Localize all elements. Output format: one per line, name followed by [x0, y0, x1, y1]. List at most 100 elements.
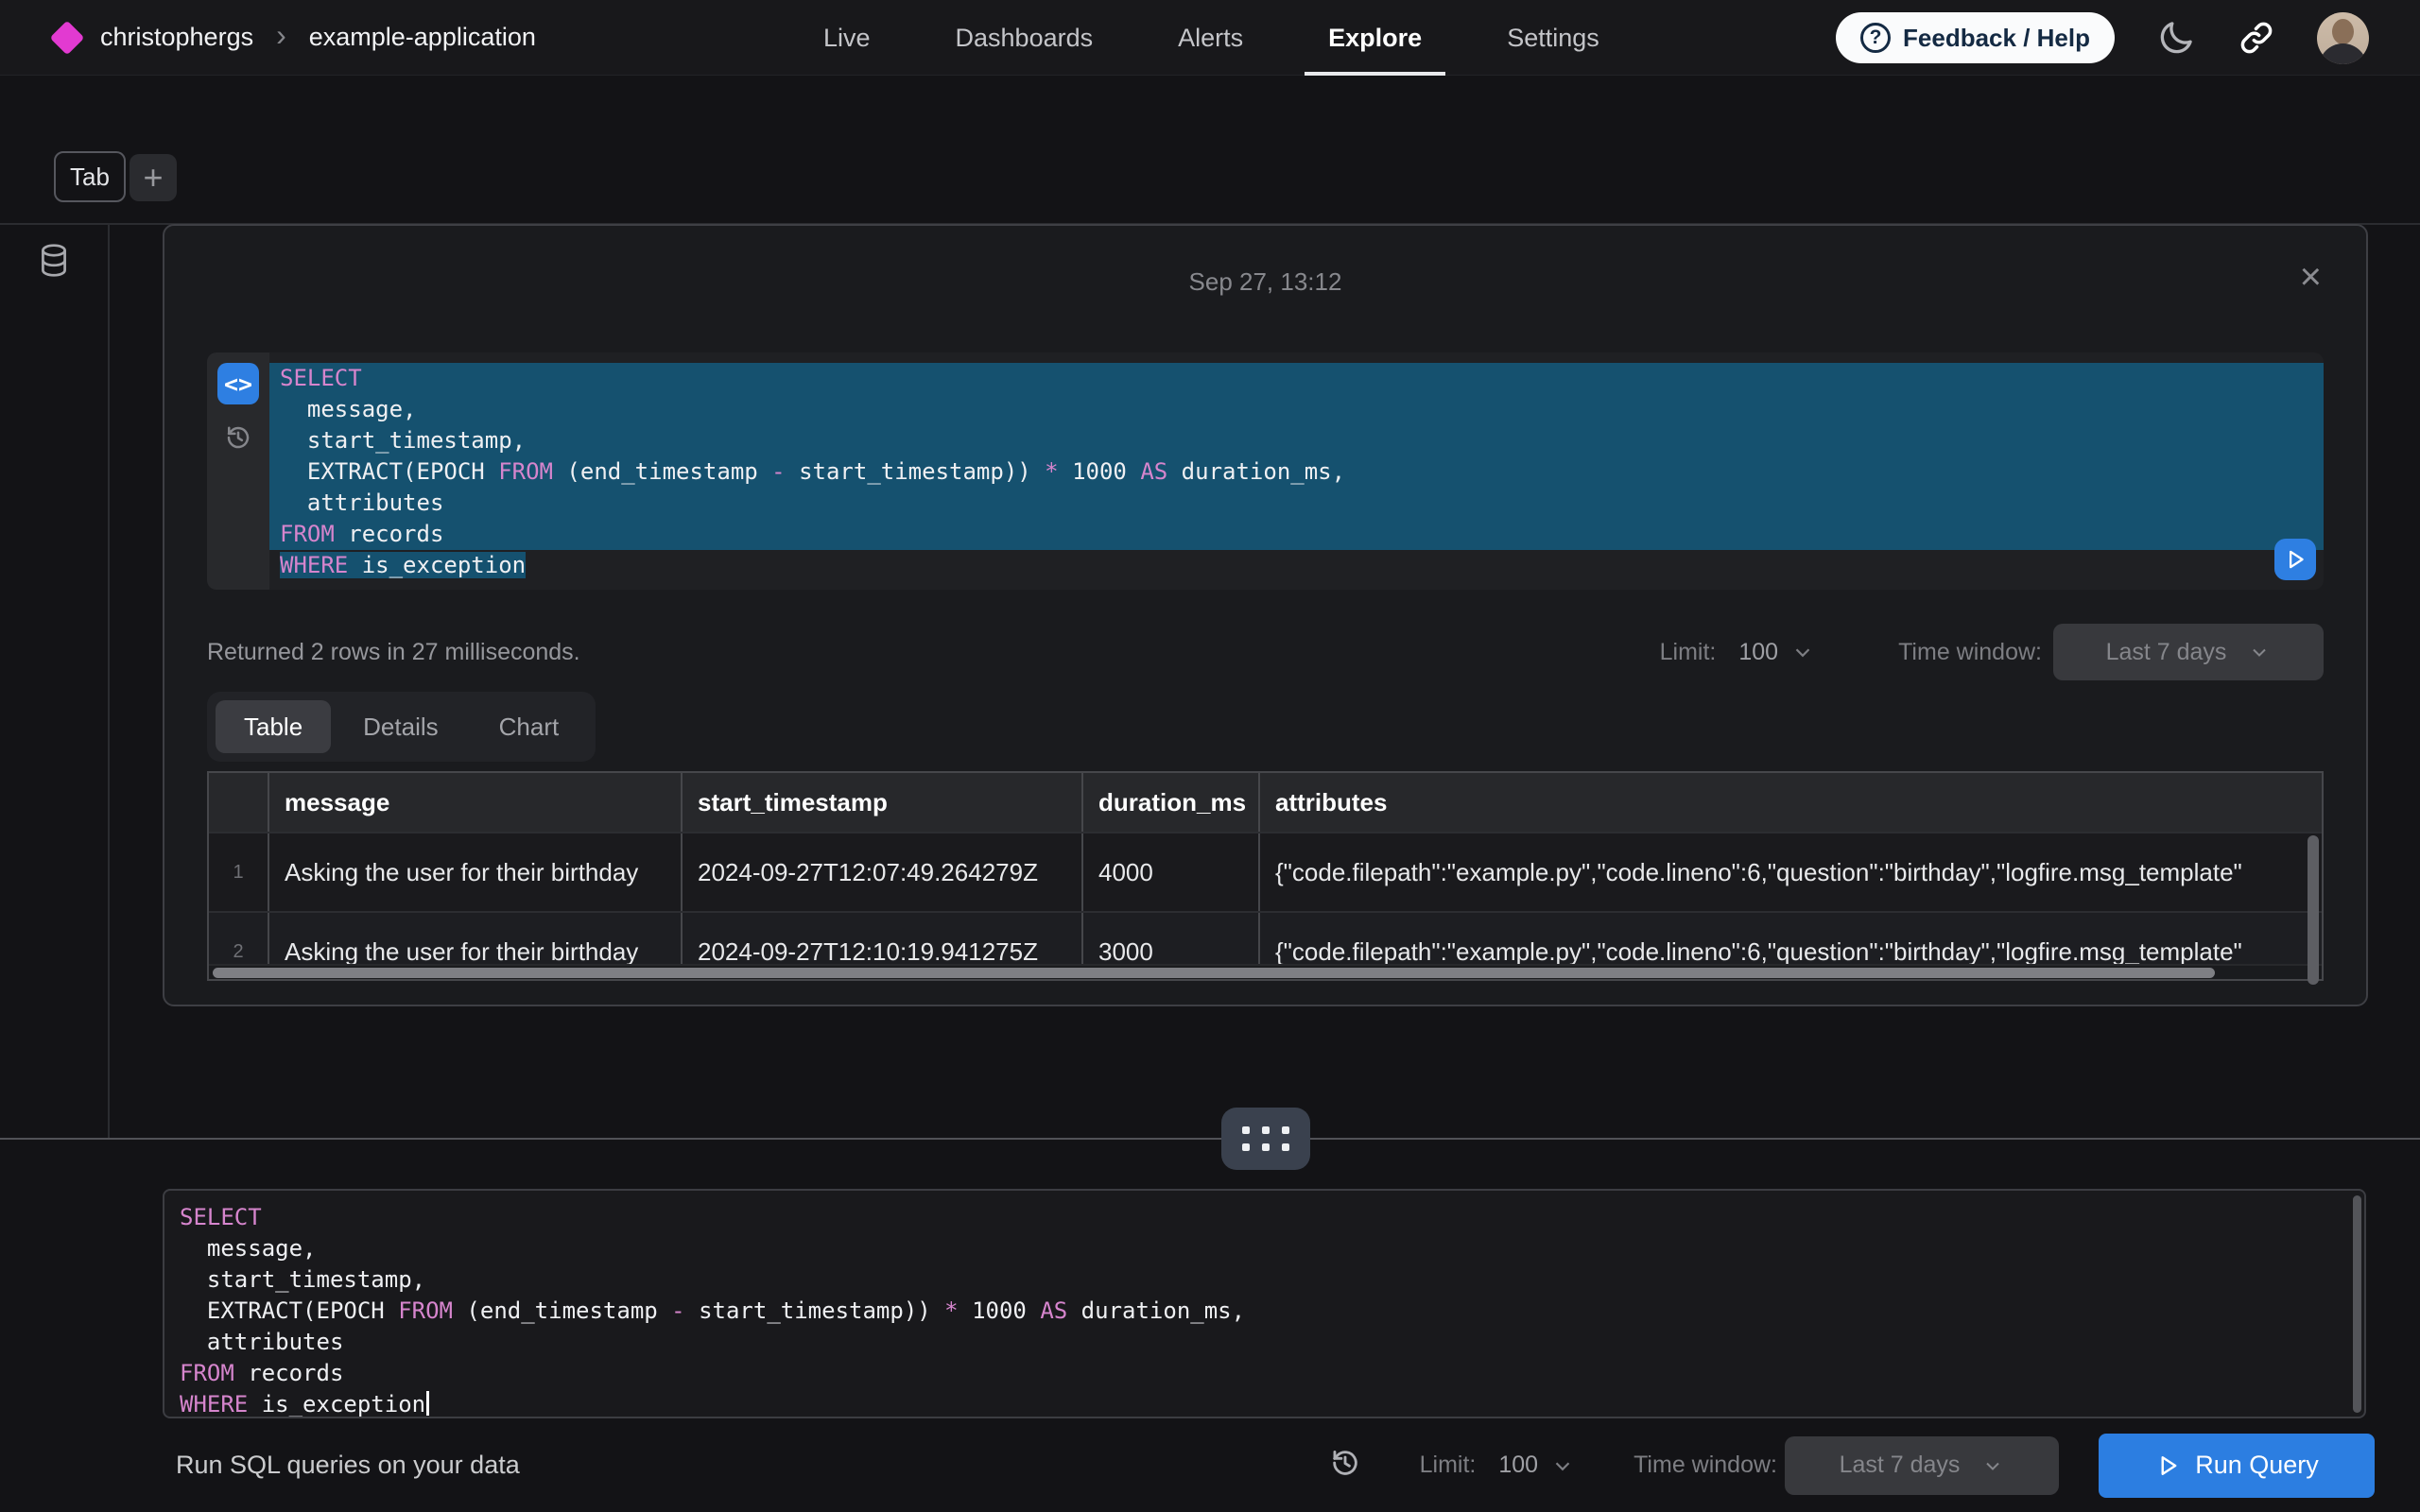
- query-history-button[interactable]: [224, 423, 252, 456]
- sql-editor[interactable]: SELECT message, start_timestamp, EXTRACT…: [163, 1189, 2366, 1418]
- add-tab-button[interactable]: +: [130, 154, 177, 201]
- sql-line-2: message,: [269, 394, 2324, 425]
- time-window-select-footer[interactable]: Last 7 days: [1785, 1436, 2059, 1495]
- drag-dot: [1262, 1143, 1270, 1151]
- drag-dot: [1282, 1143, 1289, 1151]
- limit-select[interactable]: 100: [1738, 639, 1815, 666]
- view-tab-details[interactable]: Details: [335, 700, 466, 753]
- table-row-2[interactable]: 2Asking the user for their birthday2024-…: [209, 911, 2322, 964]
- moon-icon: [2156, 18, 2196, 58]
- nav-item-explore[interactable]: Explore: [1286, 0, 1464, 76]
- history-icon: [224, 423, 252, 452]
- sql-line-3: start_timestamp,: [180, 1264, 2342, 1296]
- breadcrumb: christophergs › example-application: [0, 20, 536, 55]
- query-result-card: Sep 27, 13:12 × <> SELECT message, start…: [163, 224, 2368, 1006]
- editor-scrollbar-thumb[interactable]: [2353, 1195, 2361, 1413]
- chevron-down-icon: [2248, 641, 2271, 663]
- nav-item-dashboards[interactable]: Dashboards: [913, 0, 1136, 76]
- column-header-start_timestamp: start_timestamp: [681, 773, 1081, 832]
- time-window-select[interactable]: Last 7 days: [2053, 624, 2324, 680]
- query-tab-label: Tab: [70, 163, 110, 192]
- schema-browser-button[interactable]: [36, 242, 72, 284]
- view-tabs: TableDetailsChart: [207, 692, 596, 762]
- table-header-row: messagestart_timestampduration_msattribu…: [209, 773, 2322, 832]
- play-icon: [2283, 547, 2308, 572]
- result-summary: Returned 2 rows in 27 milliseconds.: [207, 639, 580, 666]
- nav-item-alerts[interactable]: Alerts: [1135, 0, 1286, 76]
- run-query-icon-button[interactable]: [2274, 539, 2316, 580]
- results-table: messagestart_timestampduration_msattribu…: [207, 771, 2324, 981]
- breadcrumb-org[interactable]: christophergs: [100, 23, 253, 52]
- code-format-button[interactable]: <>: [217, 363, 259, 404]
- table-body: 1Asking the user for their birthday2024-…: [209, 832, 2322, 964]
- footer-bar: Run SQL queries on your data Limit: 100 …: [0, 1418, 2420, 1512]
- sql-line-7: WHERE is_exception: [269, 550, 2324, 581]
- breadcrumb-separator-icon: ›: [276, 18, 286, 53]
- limit-select-footer[interactable]: 100: [1498, 1452, 1575, 1479]
- feedback-help-button[interactable]: ? Feedback / Help: [1836, 12, 2115, 63]
- column-header-rownum: [209, 773, 268, 832]
- share-link-button[interactable]: [2238, 19, 2275, 57]
- sql-line-5: attributes: [180, 1327, 2342, 1358]
- run-query-label: Run Query: [2195, 1451, 2319, 1480]
- theme-toggle-button[interactable]: [2156, 18, 2196, 58]
- result-controls: Limit: 100 Time window: Last 7 days: [1660, 624, 2324, 680]
- logfire-logo-icon[interactable]: [50, 20, 85, 55]
- sql-line-7: WHERE is_exception: [180, 1389, 2342, 1418]
- vertical-scrollbar-thumb[interactable]: [2308, 835, 2319, 985]
- view-tab-table[interactable]: Table: [216, 700, 331, 753]
- close-icon[interactable]: ×: [2300, 258, 2322, 296]
- time-window-value: Last 7 days: [2106, 639, 2227, 666]
- help-circle-icon: ?: [1860, 23, 1891, 53]
- nav-item-settings[interactable]: Settings: [1464, 0, 1642, 76]
- query-tab[interactable]: Tab: [54, 151, 126, 202]
- sql-line-4: EXTRACT(EPOCH FROM (end_timestamp - star…: [180, 1296, 2342, 1327]
- cell-message: Asking the user for their birthday: [268, 913, 681, 964]
- horizontal-scrollbar-thumb[interactable]: [213, 968, 2215, 978]
- time-window-label: Time window:: [1634, 1452, 1777, 1479]
- user-avatar[interactable]: [2317, 12, 2369, 64]
- cell-message: Asking the user for their birthday: [268, 833, 681, 911]
- editor-code-lines: SELECT message, start_timestamp, EXTRACT…: [180, 1202, 2342, 1418]
- cell-duration_ms: 3000: [1081, 913, 1258, 964]
- query-code-block: <> SELECT message, start_timestamp, EXTR…: [207, 352, 2324, 590]
- row-number: 1: [209, 833, 268, 911]
- cell-attributes: {"code.filepath":"example.py","code.line…: [1258, 833, 2322, 911]
- breadcrumb-project[interactable]: example-application: [309, 23, 536, 52]
- query-result-header: Sep 27, 13:12 ×: [207, 226, 2324, 296]
- play-icon: [2154, 1452, 2181, 1479]
- link-icon: [2238, 19, 2275, 57]
- pane-splitter-line: [0, 1138, 2420, 1140]
- top-nav: christophergs › example-application Live…: [0, 0, 2420, 76]
- nav-right: ? Feedback / Help: [1836, 0, 2420, 76]
- sql-line-6: FROM records: [180, 1358, 2342, 1389]
- limit-value: 100: [1498, 1452, 1538, 1479]
- limit-label: Limit:: [1660, 639, 1717, 666]
- cell-duration_ms: 4000: [1081, 833, 1258, 911]
- pane-splitter-handle[interactable]: [1221, 1108, 1310, 1170]
- cell-start_timestamp: 2024-09-27T12:07:49.264279Z: [681, 833, 1081, 911]
- sql-line-1: SELECT: [180, 1202, 2342, 1233]
- time-window-label: Time window:: [1898, 639, 2042, 666]
- run-query-button[interactable]: Run Query: [2099, 1434, 2375, 1498]
- sql-line-5: attributes: [269, 488, 2324, 519]
- nav-item-live[interactable]: Live: [781, 0, 913, 76]
- query-history-button-footer[interactable]: [1329, 1447, 1361, 1484]
- cell-attributes: {"code.filepath":"example.py","code.line…: [1258, 913, 2322, 964]
- sql-line-6: FROM records: [269, 519, 2324, 550]
- drag-dot: [1262, 1126, 1270, 1134]
- drag-dot: [1242, 1126, 1250, 1134]
- sql-line-2: message,: [180, 1233, 2342, 1264]
- sql-line-1: SELECT: [269, 363, 2324, 394]
- drag-dot: [1282, 1126, 1289, 1134]
- query-code-lines[interactable]: SELECT message, start_timestamp, EXTRACT…: [269, 352, 2324, 590]
- table-row-1[interactable]: 1Asking the user for their birthday2024-…: [209, 832, 2322, 911]
- history-icon: [1329, 1447, 1361, 1479]
- feedback-help-label: Feedback / Help: [1903, 24, 2090, 53]
- chevron-down-icon: [1981, 1454, 2004, 1477]
- view-tab-chart[interactable]: Chart: [471, 700, 588, 753]
- horizontal-scrollbar: [209, 964, 2322, 979]
- row-number: 2: [209, 913, 268, 964]
- query-timestamp: Sep 27, 13:12: [1189, 267, 1342, 296]
- column-header-message: message: [268, 773, 681, 832]
